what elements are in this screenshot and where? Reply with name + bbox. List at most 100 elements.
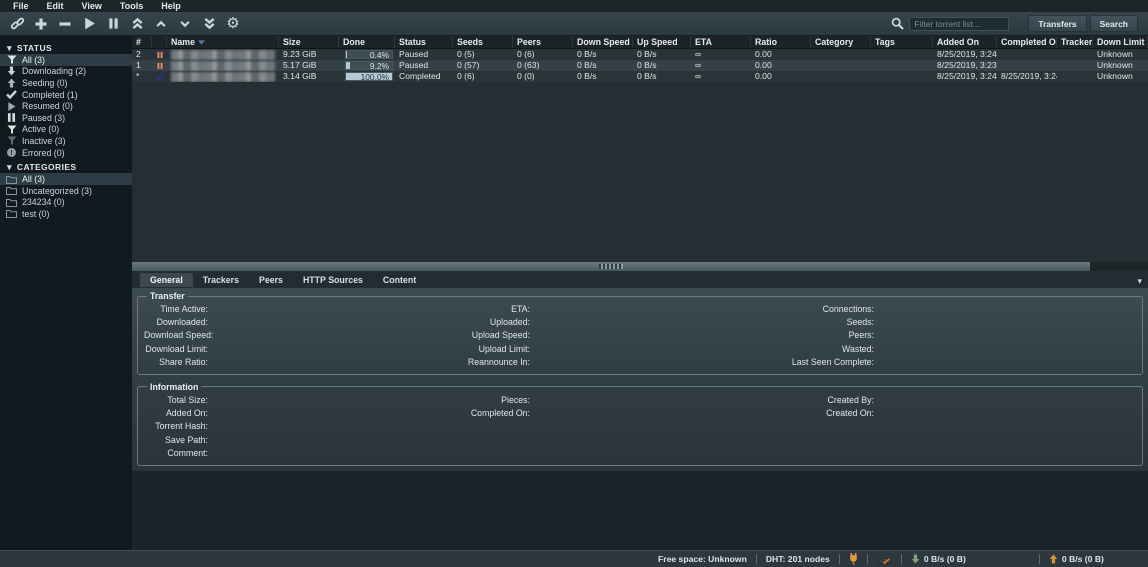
column-header-eta[interactable]: ETA [691,36,751,48]
sidebar-item-status-inactive-3[interactable]: Inactive (3) [0,135,132,147]
sidebar-item-categories-all-3[interactable]: All (3) [0,173,132,185]
transfer-legend: Transfer [147,291,188,301]
field-label-upload-limit: Upload Limit: [208,343,530,356]
column-header-state[interactable] [152,36,167,48]
transfer-label-column-1: Time Active:Downloaded:Download Speed:Do… [144,303,208,369]
cell-tags [871,60,933,71]
tabbar-dropdown-icon[interactable]: ▾ [1137,271,1142,289]
add-torrent-icon[interactable] [30,15,52,33]
sidebar-item-status-active-0[interactable]: Active (0) [0,124,132,136]
cell-peers: 0 (0) [513,71,573,82]
sidebar-item-categories-test-0[interactable]: test (0) [0,208,132,220]
column-header-status[interactable]: Status [395,36,453,48]
cell-peers: 0 (6) [513,49,573,60]
tab-http-sources[interactable]: HTTP Sources [293,273,373,287]
funnel-dim-icon [6,136,17,145]
column-header-category[interactable]: Category [811,36,871,48]
speed-limit-gauge-icon[interactable] [877,554,892,564]
column-header-down_speed[interactable]: Down Speed [573,36,633,48]
sidebar-item-label: Paused (3) [22,113,65,123]
sidebar-section-status[interactable]: ▾STATUS [0,41,132,54]
column-header-label: Category [815,37,853,48]
menu-edit[interactable]: Edit [38,1,73,11]
sidebar-item-status-all-3[interactable]: All (3) [0,54,132,66]
cell-seeds: 0 (6) [453,71,513,82]
panel-splitter-handle[interactable] [132,262,1090,271]
tab-general[interactable]: General [140,273,193,287]
queue-top-icon[interactable] [126,15,148,33]
dht-status[interactable]: DHT: 201 nodes [766,554,830,564]
cell-ratio: 0.00 [751,60,811,71]
column-header-tracker[interactable]: Tracker [1057,36,1093,48]
statusbar-separator [756,554,757,564]
field-label-total-size: Total Size: [144,394,208,407]
sidebar-item-categories-uncategorized-3[interactable]: Uncategorized (3) [0,185,132,197]
menu-view[interactable]: View [73,1,111,11]
queue-bottom-icon[interactable] [198,15,220,33]
sidebar-item-status-errored-0[interactable]: !Errored (0) [0,147,132,159]
sidebar-item-status-paused-3[interactable]: Paused (3) [0,112,132,124]
pause-icon[interactable] [102,15,124,33]
sidebar-item-status-seeding-0[interactable]: Seeding (0) [0,77,132,89]
sidebar-section-categories[interactable]: ▾CATEGORIES [0,160,132,173]
sidebar-item-categories-234234-0[interactable]: 234234 (0) [0,197,132,209]
menu-file[interactable]: File [4,1,38,11]
progress-label: 100.0% [361,73,389,81]
queue-down-icon[interactable] [174,15,196,33]
preferences-icon[interactable]: ⚙ [222,15,244,33]
resume-icon[interactable] [78,15,100,33]
sidebar-item-label: Errored (0) [22,148,65,158]
queue-up-icon[interactable] [150,15,172,33]
sidebar-item-label: Uncategorized (3) [22,186,92,196]
column-header-up_speed[interactable]: Up Speed [633,36,691,48]
completed-state-icon [156,73,165,81]
column-header-done[interactable]: Done [339,36,395,48]
sidebar-item-status-downloading-2[interactable]: Downloading (2) [0,66,132,78]
tab-trackers[interactable]: Trackers [193,273,249,287]
column-header-label: Tracker [1061,37,1092,48]
field-label-seeds: Seeds: [530,316,874,329]
search-button[interactable]: Search [1090,15,1138,32]
sidebar-item-status-completed-1[interactable]: Completed (1) [0,89,132,101]
information-label-column-3: Created By:Created On: [530,394,874,460]
column-header-seeds[interactable]: Seeds [453,36,513,48]
column-header-num[interactable]: # [132,36,152,48]
column-header-down_limit[interactable]: Down Limit [1093,36,1148,48]
column-header-completed_on[interactable]: Completed On [997,36,1057,48]
column-header-tags[interactable]: Tags [871,36,933,48]
column-header-ratio[interactable]: Ratio [751,36,811,48]
field-label-downloaded: Downloaded: [144,316,208,329]
column-header-name[interactable]: Name [167,36,279,48]
cell-added_on: 8/25/2019, 3:23... [933,60,997,71]
torrent-row[interactable]: 29.23 GiB0.4%Paused0 (5)0 (6)0 B/s0 B/s∞… [132,49,1148,60]
menu-tools[interactable]: Tools [111,1,152,11]
tab-peers[interactable]: Peers [249,273,293,287]
sidebar-item-status-resumed-0[interactable]: Resumed (0) [0,100,132,112]
sidebar-item-label: 234234 (0) [22,197,65,207]
filter-input[interactable] [909,17,1009,31]
progress-bar: 9.2% [345,61,393,70]
sidebar-item-label: Downloading (2) [22,66,86,76]
pause-icon [6,111,17,124]
incoming-connections-icon[interactable] [849,553,858,565]
remove-torrent-icon[interactable] [54,15,76,33]
cell-tracker [1057,71,1093,82]
download-speed-status[interactable]: 0 B/s (0 B) [911,554,966,564]
upload-speed-status[interactable]: 0 B/s (0 B) [1049,554,1104,564]
field-label-time-active: Time Active: [144,303,208,316]
transfers-button[interactable]: Transfers [1028,15,1086,32]
column-header-peers[interactable]: Peers [513,36,573,48]
field-label-wasted: Wasted: [530,343,874,356]
torrent-row[interactable]: 15.17 GiB9.2%Paused0 (57)0 (63)0 B/s0 B/… [132,60,1148,71]
add-url-icon[interactable] [6,15,28,33]
column-header-label: ETA [695,37,712,48]
cell-peers: 0 (63) [513,60,573,71]
cell-eta: ∞ [691,71,751,82]
menu-help[interactable]: Help [152,1,190,11]
cell-tracker [1057,49,1093,60]
column-header-added_on[interactable]: Added On [933,36,997,48]
tab-content[interactable]: Content [373,273,426,287]
torrent-row[interactable]: *3.14 GiB100.0%Completed0 (6)0 (0)0 B/s0… [132,71,1148,82]
column-header-size[interactable]: Size [279,36,339,48]
column-header-label: Size [283,37,301,48]
